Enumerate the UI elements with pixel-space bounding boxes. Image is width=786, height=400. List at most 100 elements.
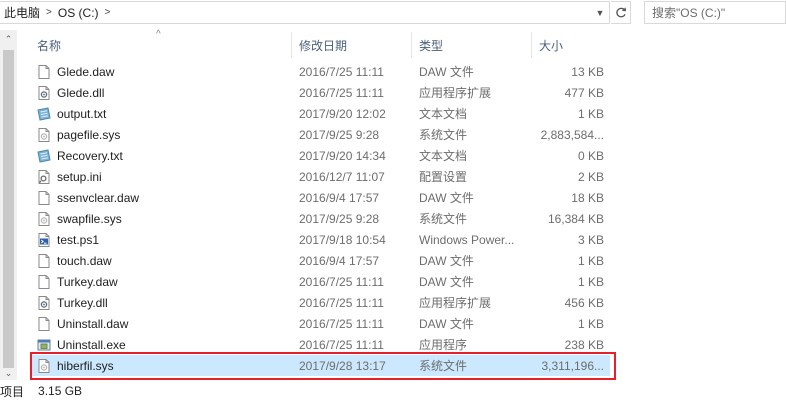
file-name: setup.ini: [57, 169, 102, 184]
file-name-cell[interactable]: touch.daw: [30, 253, 292, 269]
breadcrumb-chevron-icon[interactable]: >: [103, 7, 113, 18]
file-size: 1 KB: [577, 106, 604, 121]
document-icon: [36, 253, 52, 269]
scroll-down-arrow-icon[interactable]: ⌄: [3, 368, 14, 378]
file-name-cell[interactable]: Recovery.txt: [30, 148, 292, 164]
file-name: Uninstall.exe: [57, 337, 126, 352]
file-row[interactable]: test.ps1 2017/9/18 10:54 Windows Power... 3…: [30, 229, 610, 250]
file-type: DAW 文件: [419, 191, 474, 205]
file-size: 477 KB: [564, 85, 604, 100]
file-name-cell[interactable]: test.ps1: [30, 232, 292, 248]
file-name-cell[interactable]: Turkey.daw: [30, 274, 292, 290]
file-name: test.ps1: [57, 232, 100, 247]
scrollbar-thumb[interactable]: [3, 50, 14, 368]
column-headers: ^ 名称 修改日期 类型 大小: [30, 29, 610, 58]
file-type: 文本文档: [419, 107, 468, 121]
file-name: Turkey.dll: [57, 295, 108, 310]
file-row[interactable]: Turkey.daw 2016/7/25 11:11 DAW 文件 1 KB: [30, 271, 610, 292]
file-row[interactable]: Uninstall.exe 2016/7/25 11:11 应用程序 238 KB: [30, 334, 610, 355]
status-selected-size: 3.15 GB: [38, 384, 83, 398]
file-name: Glede.dll: [57, 85, 105, 100]
file-name-cell[interactable]: swapfile.sys: [30, 211, 292, 227]
file-date: 2016/12/7 11:07: [299, 169, 385, 184]
file-size: 13 KB: [571, 64, 604, 79]
search-placeholder: 搜索"OS (C:)": [652, 6, 726, 20]
file-name-cell[interactable]: ssenvclear.daw: [30, 190, 292, 206]
status-bar: 项目 3.15 GB: [0, 382, 786, 400]
file-list: Glede.daw 2016/7/25 11:11 DAW 文件 13 KB Glede…: [30, 61, 610, 376]
file-date: 2016/7/25 11:11: [299, 295, 384, 310]
system-file-icon: [36, 127, 52, 143]
column-header-date[interactable]: 修改日期: [292, 32, 412, 58]
file-type: 应用程序扩展: [419, 296, 492, 310]
file-size: 3 KB: [577, 232, 604, 247]
sort-ascending-icon: ^: [156, 29, 161, 40]
file-size: 0 KB: [577, 148, 604, 163]
file-name-cell[interactable]: Glede.daw: [30, 64, 292, 80]
file-row-selected[interactable]: hiberfil.sys 2017/9/28 13:17 系统文件 3,311,196…: [30, 355, 610, 376]
file-type: DAW 文件: [419, 317, 474, 331]
file-date: 2017/9/18 10:54: [299, 232, 386, 247]
file-date: 2017/9/20 12:02: [299, 106, 386, 121]
scroll-up-arrow-icon[interactable]: ⌃: [3, 34, 14, 44]
file-type: 配置设置: [419, 170, 468, 184]
file-row[interactable]: Glede.dll 2016/7/25 11:11 应用程序扩展 477 KB: [30, 82, 610, 103]
exe-installer-icon: [36, 337, 52, 353]
search-input[interactable]: 搜索"OS (C:)": [644, 1, 786, 24]
file-name: ssenvclear.daw: [57, 190, 140, 205]
file-name: output.txt: [57, 106, 107, 121]
file-size: 2,883,584...: [540, 127, 604, 142]
system-file-icon: [36, 358, 52, 374]
column-header-size[interactable]: 大小: [532, 32, 610, 58]
file-row[interactable]: swapfile.sys 2017/9/25 9:28 系统文件 16,384 KB: [30, 208, 610, 229]
breadcrumb-this-pc[interactable]: 此电脑: [0, 4, 44, 21]
file-name-cell[interactable]: setup.ini: [30, 169, 292, 185]
address-bar[interactable]: 此电脑 > OS (C:) > ▼: [0, 1, 610, 24]
file-type: Windows Power...: [419, 232, 515, 247]
file-name-cell[interactable]: Glede.dll: [30, 85, 292, 101]
file-type: 应用程序: [419, 338, 468, 352]
file-row[interactable]: Turkey.dll 2016/7/25 11:11 应用程序扩展 456 KB: [30, 292, 610, 313]
text-file-icon: [36, 106, 52, 122]
file-type: 应用程序扩展: [419, 86, 492, 100]
column-header-name[interactable]: ^ 名称: [30, 29, 292, 58]
file-date: 2016/7/25 11:11: [299, 274, 384, 289]
file-type: 系统文件: [419, 128, 468, 142]
file-date: 2016/9/4 17:57: [299, 190, 380, 205]
file-row[interactable]: Recovery.txt 2017/9/20 14:34 文本文档 0 KB: [30, 145, 610, 166]
file-name: Glede.daw: [57, 64, 115, 79]
file-name-cell[interactable]: pagefile.sys: [30, 127, 292, 143]
file-name: swapfile.sys: [57, 211, 122, 226]
file-row[interactable]: Glede.daw 2016/7/25 11:11 DAW 文件 13 KB: [30, 61, 610, 82]
file-type: DAW 文件: [419, 254, 474, 268]
file-size: 3,311,196...: [541, 358, 605, 373]
breadcrumb-os-drive[interactable]: OS (C:): [54, 6, 103, 20]
refresh-button[interactable]: [611, 1, 631, 24]
document-icon: [36, 190, 52, 206]
column-header-type[interactable]: 类型: [412, 32, 532, 58]
file-date: 2017/9/25 9:28: [299, 127, 380, 142]
file-size: 18 KB: [571, 190, 604, 205]
file-row[interactable]: Uninstall.daw 2016/7/25 11:11 DAW 文件 1 KB: [30, 313, 610, 334]
file-name-cell[interactable]: Uninstall.daw: [30, 316, 292, 332]
file-row[interactable]: pagefile.sys 2017/9/25 9:28 系统文件 2,883,584.…: [30, 124, 610, 145]
file-size: 1 KB: [577, 274, 604, 289]
file-name-cell[interactable]: Uninstall.exe: [30, 337, 292, 353]
file-name-cell[interactable]: Turkey.dll: [30, 295, 292, 311]
file-row[interactable]: setup.ini 2016/12/7 11:07 配置设置 2 KB: [30, 166, 610, 187]
file-name-cell[interactable]: hiberfil.sys: [30, 358, 292, 374]
file-row[interactable]: touch.daw 2016/9/4 17:57 DAW 文件 1 KB: [30, 250, 610, 271]
file-size: 16,384 KB: [547, 211, 604, 226]
breadcrumb-chevron-icon[interactable]: >: [44, 7, 54, 18]
file-name-cell[interactable]: output.txt: [30, 106, 292, 122]
status-item-count: 项目: [0, 384, 25, 399]
vertical-scrollbar[interactable]: ⌃ ⌄: [0, 30, 17, 380]
address-history-dropdown-icon[interactable]: ▼: [591, 2, 609, 23]
system-file-icon: [36, 211, 52, 227]
address-toolbar: 此电脑 > OS (C:) > ▼ 搜索"OS (C:)": [0, 0, 786, 26]
powershell-icon: [36, 232, 52, 248]
file-row[interactable]: ssenvclear.daw 2016/9/4 17:57 DAW 文件 18 KB: [30, 187, 610, 208]
file-row[interactable]: output.txt 2017/9/20 12:02 文本文档 1 KB: [30, 103, 610, 124]
file-size: 456 KB: [564, 295, 604, 310]
file-date: 2017/9/20 14:34: [299, 148, 386, 163]
